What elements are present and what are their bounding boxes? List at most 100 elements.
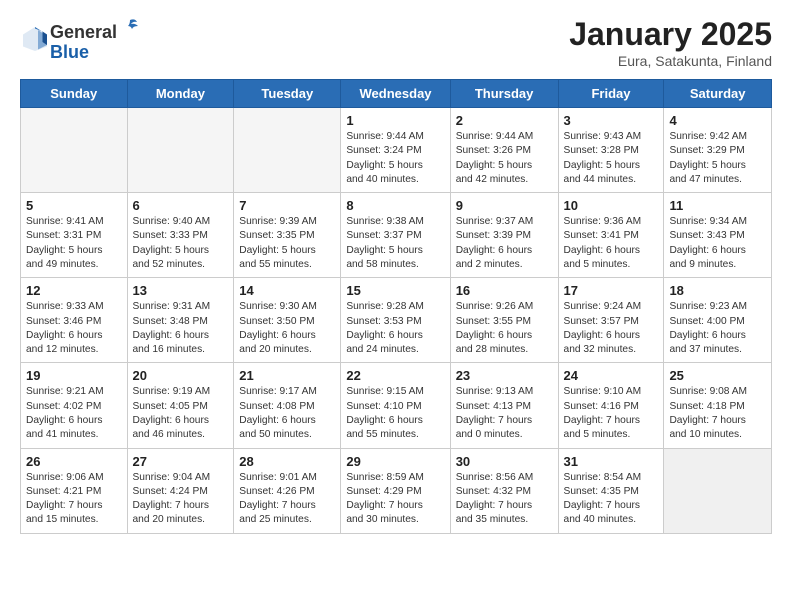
day-info: Sunrise: 9:23 AM Sunset: 4:00 PM Dayligh… [669,300,766,357]
day-number: 22 [346,368,444,383]
day-info: Sunrise: 9:44 AM Sunset: 3:24 PM Dayligh… [346,130,444,187]
day-info: Sunrise: 9:15 AM Sunset: 4:10 PM Dayligh… [346,385,444,442]
day-info: Sunrise: 9:24 AM Sunset: 3:57 PM Dayligh… [564,300,659,357]
calendar-cell: 22 Sunrise: 9:15 AM Sunset: 4:10 PM Dayli… [341,363,450,448]
calendar-cell: 28 Sunrise: 9:01 AM Sunset: 4:26 PM Dayli… [234,448,341,533]
calendar-week-row: 19 Sunrise: 9:21 AM Sunset: 4:02 PM Dayli… [21,363,772,448]
calendar-cell: 19 Sunrise: 9:21 AM Sunset: 4:02 PM Dayli… [21,363,128,448]
calendar-cell: 9Sunrise: 9:37 AM Sunset: 3:39 PM Daylig… [450,193,558,278]
day-number: 14 [239,283,335,298]
logo-icon [20,24,50,54]
day-info: Sunrise: 9:44 AM Sunset: 3:26 PM Dayligh… [456,130,553,187]
calendar-cell: 8 Sunrise: 9:38 AM Sunset: 3:37 PM Daylig… [341,193,450,278]
day-info: Sunrise: 8:59 AM Sunset: 4:29 PM Dayligh… [346,471,444,528]
day-info: Sunrise: 9:21 AM Sunset: 4:02 PM Dayligh… [26,385,122,442]
day-number: 11 [669,198,766,213]
day-number: 26 [26,454,122,469]
day-header-tuesday: Tuesday [234,80,341,108]
calendar-cell: 24 Sunrise: 9:10 AM Sunset: 4:16 PM Dayli… [558,363,664,448]
day-number: 4 [669,113,766,128]
calendar-cell: 17Sunrise: 9:24 AM Sunset: 3:57 PM Dayli… [558,278,664,363]
calendar-cell: 10Sunrise: 9:36 AM Sunset: 3:41 PM Dayli… [558,193,664,278]
day-header-saturday: Saturday [664,80,772,108]
day-info: Sunrise: 9:10 AM Sunset: 4:16 PM Dayligh… [564,385,659,442]
day-info: Sunrise: 8:54 AM Sunset: 4:35 PM Dayligh… [564,471,659,528]
calendar-cell: 7Sunrise: 9:39 AM Sunset: 3:35 PM Daylig… [234,193,341,278]
day-number: 28 [239,454,335,469]
calendar-cell: 5 Sunrise: 9:41 AM Sunset: 3:31 PM Daylig… [21,193,128,278]
day-number: 6 [133,198,229,213]
day-info: Sunrise: 9:04 AM Sunset: 4:24 PM Dayligh… [133,471,229,528]
day-number: 30 [456,454,553,469]
calendar-body: 1 Sunrise: 9:44 AM Sunset: 3:24 PM Daylig… [21,108,772,534]
day-number: 3 [564,113,659,128]
calendar-cell: 11 Sunrise: 9:34 AM Sunset: 3:43 PM Dayli… [664,193,772,278]
day-info: Sunrise: 9:01 AM Sunset: 4:26 PM Dayligh… [239,471,335,528]
calendar-table: SundayMondayTuesdayWednesdayThursdayFrid… [20,79,772,534]
calendar-cell: 31 Sunrise: 8:54 AM Sunset: 4:35 PM Dayli… [558,448,664,533]
calendar-cell: 1 Sunrise: 9:44 AM Sunset: 3:24 PM Daylig… [341,108,450,193]
day-number: 5 [26,198,122,213]
day-info: Sunrise: 9:40 AM Sunset: 3:33 PM Dayligh… [133,215,229,272]
day-info: Sunrise: 9:19 AM Sunset: 4:05 PM Dayligh… [133,385,229,442]
day-info: Sunrise: 9:30 AM Sunset: 3:50 PM Dayligh… [239,300,335,357]
day-number: 18 [669,283,766,298]
page: General Blue January 2025 Eura, Satakunt… [0,0,792,550]
day-info: Sunrise: 9:34 AM Sunset: 3:43 PM Dayligh… [669,215,766,272]
calendar-cell: 3 Sunrise: 9:43 AM Sunset: 3:28 PM Daylig… [558,108,664,193]
calendar-cell: 15 Sunrise: 9:28 AM Sunset: 3:53 PM Dayli… [341,278,450,363]
day-number: 8 [346,198,444,213]
day-info: Sunrise: 9:41 AM Sunset: 3:31 PM Dayligh… [26,215,122,272]
calendar-cell: 23Sunrise: 9:13 AM Sunset: 4:13 PM Dayli… [450,363,558,448]
day-info: Sunrise: 9:26 AM Sunset: 3:55 PM Dayligh… [456,300,553,357]
calendar-cell: 4Sunrise: 9:42 AM Sunset: 3:29 PM Daylig… [664,108,772,193]
subtitle: Eura, Satakunta, Finland [569,53,772,69]
day-number: 21 [239,368,335,383]
calendar-cell: 27 Sunrise: 9:04 AM Sunset: 4:24 PM Dayli… [127,448,234,533]
calendar-cell: 26 Sunrise: 9:06 AM Sunset: 4:21 PM Dayli… [21,448,128,533]
day-info: Sunrise: 9:06 AM Sunset: 4:21 PM Dayligh… [26,471,122,528]
day-header-wednesday: Wednesday [341,80,450,108]
day-info: Sunrise: 9:39 AM Sunset: 3:35 PM Dayligh… [239,215,335,272]
logo-text-general: General [50,23,117,43]
day-info: Sunrise: 9:17 AM Sunset: 4:08 PM Dayligh… [239,385,335,442]
day-number: 24 [564,368,659,383]
day-number: 20 [133,368,229,383]
day-number: 13 [133,283,229,298]
day-info: Sunrise: 9:28 AM Sunset: 3:53 PM Dayligh… [346,300,444,357]
day-info: Sunrise: 9:31 AM Sunset: 3:48 PM Dayligh… [133,300,229,357]
day-info: Sunrise: 9:43 AM Sunset: 3:28 PM Dayligh… [564,130,659,187]
calendar-cell: 20 Sunrise: 9:19 AM Sunset: 4:05 PM Dayli… [127,363,234,448]
day-info: Sunrise: 9:37 AM Sunset: 3:39 PM Dayligh… [456,215,553,272]
calendar-header-row: SundayMondayTuesdayWednesdayThursdayFrid… [21,80,772,108]
logo-bird-icon [119,16,141,38]
calendar-cell: 18 Sunrise: 9:23 AM Sunset: 4:00 PM Dayli… [664,278,772,363]
day-number: 1 [346,113,444,128]
day-info: Sunrise: 9:38 AM Sunset: 3:37 PM Dayligh… [346,215,444,272]
day-number: 27 [133,454,229,469]
day-number: 12 [26,283,122,298]
calendar-cell [234,108,341,193]
logo: General Blue [20,16,141,63]
day-number: 2 [456,113,553,128]
calendar-week-row: 5 Sunrise: 9:41 AM Sunset: 3:31 PM Daylig… [21,193,772,278]
day-number: 10 [564,198,659,213]
day-number: 31 [564,454,659,469]
calendar-cell: 2 Sunrise: 9:44 AM Sunset: 3:26 PM Daylig… [450,108,558,193]
calendar-cell [664,448,772,533]
calendar-cell: 6 Sunrise: 9:40 AM Sunset: 3:33 PM Daylig… [127,193,234,278]
calendar-week-row: 12 Sunrise: 9:33 AM Sunset: 3:46 PM Dayli… [21,278,772,363]
logo-text-blue: Blue [50,42,89,62]
calendar-cell: 12 Sunrise: 9:33 AM Sunset: 3:46 PM Dayli… [21,278,128,363]
day-info: Sunrise: 9:33 AM Sunset: 3:46 PM Dayligh… [26,300,122,357]
header: General Blue January 2025 Eura, Satakunt… [20,16,772,69]
day-info: Sunrise: 8:56 AM Sunset: 4:32 PM Dayligh… [456,471,553,528]
day-number: 15 [346,283,444,298]
day-info: Sunrise: 9:13 AM Sunset: 4:13 PM Dayligh… [456,385,553,442]
calendar-cell: 16 Sunrise: 9:26 AM Sunset: 3:55 PM Dayli… [450,278,558,363]
day-number: 19 [26,368,122,383]
main-title: January 2025 [569,16,772,53]
title-block: January 2025 Eura, Satakunta, Finland [569,16,772,69]
calendar-cell: 21 Sunrise: 9:17 AM Sunset: 4:08 PM Dayli… [234,363,341,448]
day-number: 16 [456,283,553,298]
